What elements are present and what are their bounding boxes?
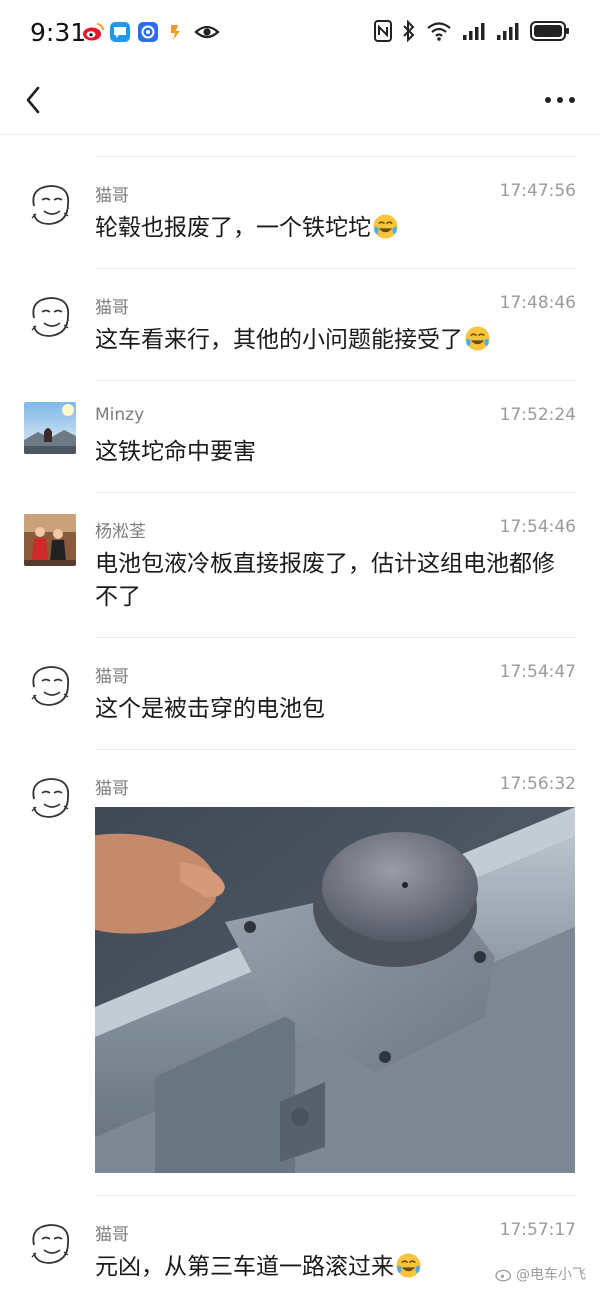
- avatar[interactable]: [24, 514, 76, 566]
- crying-laughing-emoji-icon: [465, 326, 490, 351]
- back-button[interactable]: [18, 82, 54, 118]
- guardrail-photo[interactable]: [95, 807, 575, 1173]
- comment-feed[interactable]: 猫哥 17:47:56 轮毂也报废了，一个铁坨坨 猫哥 17:48:46 这车看…: [0, 134, 600, 1295]
- signal-1-icon: [462, 21, 486, 45]
- guardrail-photo-image: [95, 807, 575, 1173]
- divider: [95, 380, 576, 381]
- divider: [95, 156, 576, 157]
- comment-author[interactable]: 猫哥: [95, 774, 129, 799]
- comment-time: 17:56:32: [499, 774, 576, 794]
- avatar[interactable]: [24, 402, 76, 454]
- divider: [95, 1195, 576, 1196]
- avatar[interactable]: [24, 659, 76, 711]
- comment-time: 17:52:24: [499, 405, 576, 425]
- shopping-app-icon: [166, 22, 186, 42]
- landscape-photo-avatar-icon: [24, 402, 76, 454]
- doodle-face-avatar-icon: [24, 659, 76, 711]
- doodle-face-avatar-icon: [24, 290, 76, 342]
- comment-text-content: 元凶，从第三车道一路滚过来: [95, 1254, 394, 1280]
- crying-laughing-emoji-icon: [373, 214, 398, 239]
- chat-app-icon: [110, 22, 130, 42]
- chevron-left-icon: [26, 86, 40, 114]
- comment-time: 17:47:56: [499, 181, 576, 201]
- bluetooth-icon: [402, 19, 416, 46]
- battery-icon: [530, 20, 570, 46]
- avatar[interactable]: [24, 178, 76, 230]
- doodle-face-avatar-icon: [24, 771, 76, 823]
- divider: [95, 268, 576, 269]
- comment-author[interactable]: 猫哥: [95, 181, 129, 206]
- browser-app-icon: [138, 22, 158, 42]
- weibo-logo-icon: [495, 1269, 512, 1282]
- comment-time: 17:57:17: [499, 1220, 576, 1240]
- status-app-icons: [82, 22, 220, 42]
- comment-author[interactable]: 猫哥: [95, 1220, 129, 1245]
- comment-text: 这个是被击穿的电池包: [95, 696, 325, 722]
- comment-author[interactable]: Minzy: [95, 405, 144, 425]
- comment-text-content: 轮毂也报废了，一个铁坨坨: [95, 215, 371, 241]
- divider: [95, 749, 576, 750]
- comment-author[interactable]: 猫哥: [95, 662, 129, 687]
- comment-text: 轮毂也报废了，一个铁坨坨: [95, 212, 565, 245]
- eye-icon: [194, 22, 220, 42]
- watermark: @电车小飞: [495, 1264, 586, 1284]
- divider: [95, 637, 576, 638]
- avatar[interactable]: [24, 771, 76, 823]
- comment-time: 17:48:46: [499, 293, 576, 313]
- comment-time: 17:54:47: [499, 662, 576, 682]
- weibo-icon: [82, 22, 104, 42]
- avatar[interactable]: [24, 290, 76, 342]
- divider: [95, 492, 576, 493]
- comment-author[interactable]: 猫哥: [95, 293, 129, 318]
- crying-laughing-emoji-icon: [396, 1253, 421, 1278]
- more-dots-icon: [545, 97, 575, 103]
- status-bar: 9:31: [0, 0, 600, 68]
- avatar[interactable]: [24, 1217, 76, 1269]
- more-options-button[interactable]: [542, 86, 578, 114]
- status-system-icons: [374, 19, 570, 46]
- nav-bar: [0, 68, 600, 135]
- comment-text: 这车看来行，其他的小问题能接受了: [95, 324, 565, 357]
- comment-text: 这铁坨命中要害: [95, 439, 256, 465]
- signal-2-icon: [496, 21, 520, 45]
- watermark-text: @电车小飞: [516, 1267, 586, 1283]
- doodle-face-avatar-icon: [24, 178, 76, 230]
- nfc-icon: [374, 20, 392, 46]
- family-photo-avatar-icon: [24, 514, 76, 566]
- comment-text: 电池包液冷板直接报废了，估计这组电池都修不了: [95, 551, 555, 610]
- comment-author[interactable]: 杨淞荃: [95, 517, 146, 542]
- comment-text-content: 这车看来行，其他的小问题能接受了: [95, 327, 463, 353]
- doodle-face-avatar-icon: [24, 1217, 76, 1269]
- comment-time: 17:54:46: [499, 517, 576, 537]
- status-time: 9:31: [30, 18, 87, 47]
- wifi-icon: [426, 20, 452, 46]
